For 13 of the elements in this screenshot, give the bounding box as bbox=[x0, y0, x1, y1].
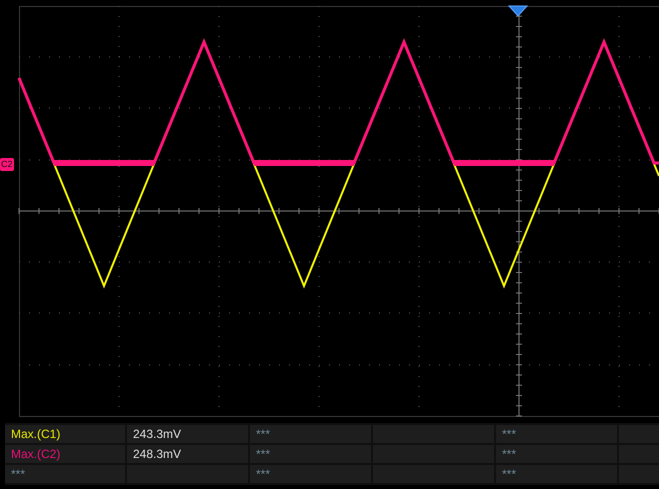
table-cell: *** bbox=[496, 465, 617, 483]
table-cell: *** bbox=[496, 445, 617, 463]
table-cell: 243.3mV bbox=[127, 425, 248, 443]
table-cell: *** bbox=[5, 465, 125, 483]
table-cell: *** bbox=[496, 425, 617, 443]
table-cell: Max.(C1) bbox=[5, 425, 125, 443]
table-cell: 248.3mV bbox=[127, 445, 248, 463]
table-cell: Max.(C2) bbox=[5, 445, 125, 463]
table-cell: *** bbox=[250, 465, 371, 483]
trigger-marker-icon[interactable] bbox=[508, 6, 528, 17]
channel-marker[interactable]: C2 bbox=[0, 158, 14, 171]
table-cell: *** bbox=[250, 445, 371, 463]
table-cell: *** bbox=[250, 425, 371, 443]
